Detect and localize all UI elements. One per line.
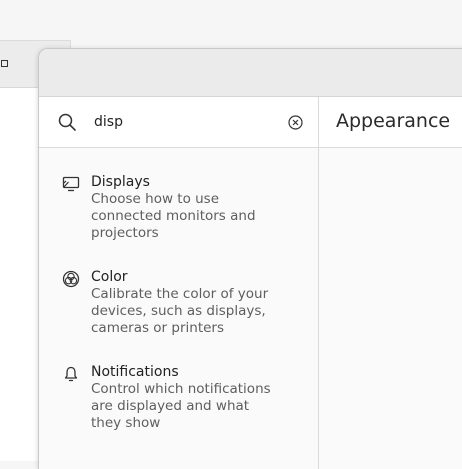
search-bar (39, 97, 318, 148)
sidebar: Displays Choose how to use connected mon… (39, 97, 319, 469)
maximize-icon[interactable] (1, 60, 8, 67)
result-description: Calibrate the color of your devices, suc… (91, 286, 269, 336)
result-title: Notifications (91, 364, 179, 380)
search-results: Displays Choose how to use connected mon… (39, 148, 318, 432)
color-icon (62, 270, 80, 288)
page-title: Appearance (336, 110, 451, 132)
search-input[interactable] (94, 111, 274, 133)
bell-icon (64, 366, 78, 382)
window-titlebar[interactable] (39, 49, 462, 97)
result-item-color[interactable]: Color Calibrate the color of your device… (39, 269, 318, 337)
search-icon (58, 113, 76, 131)
clear-icon[interactable] (288, 115, 303, 130)
content-header: Appearance (319, 97, 462, 148)
result-title: Displays (91, 174, 150, 190)
content-area (319, 148, 462, 469)
result-description: Control which notifications are displaye… (91, 381, 271, 431)
settings-window: Displays Choose how to use connected mon… (38, 48, 462, 469)
result-item-displays[interactable]: Displays Choose how to use connected mon… (39, 174, 318, 242)
result-item-notifications[interactable]: Notifications Control which notification… (39, 364, 318, 432)
display-icon (62, 176, 80, 192)
result-description: Choose how to use connected monitors and… (91, 191, 256, 241)
result-title: Color (91, 269, 128, 285)
